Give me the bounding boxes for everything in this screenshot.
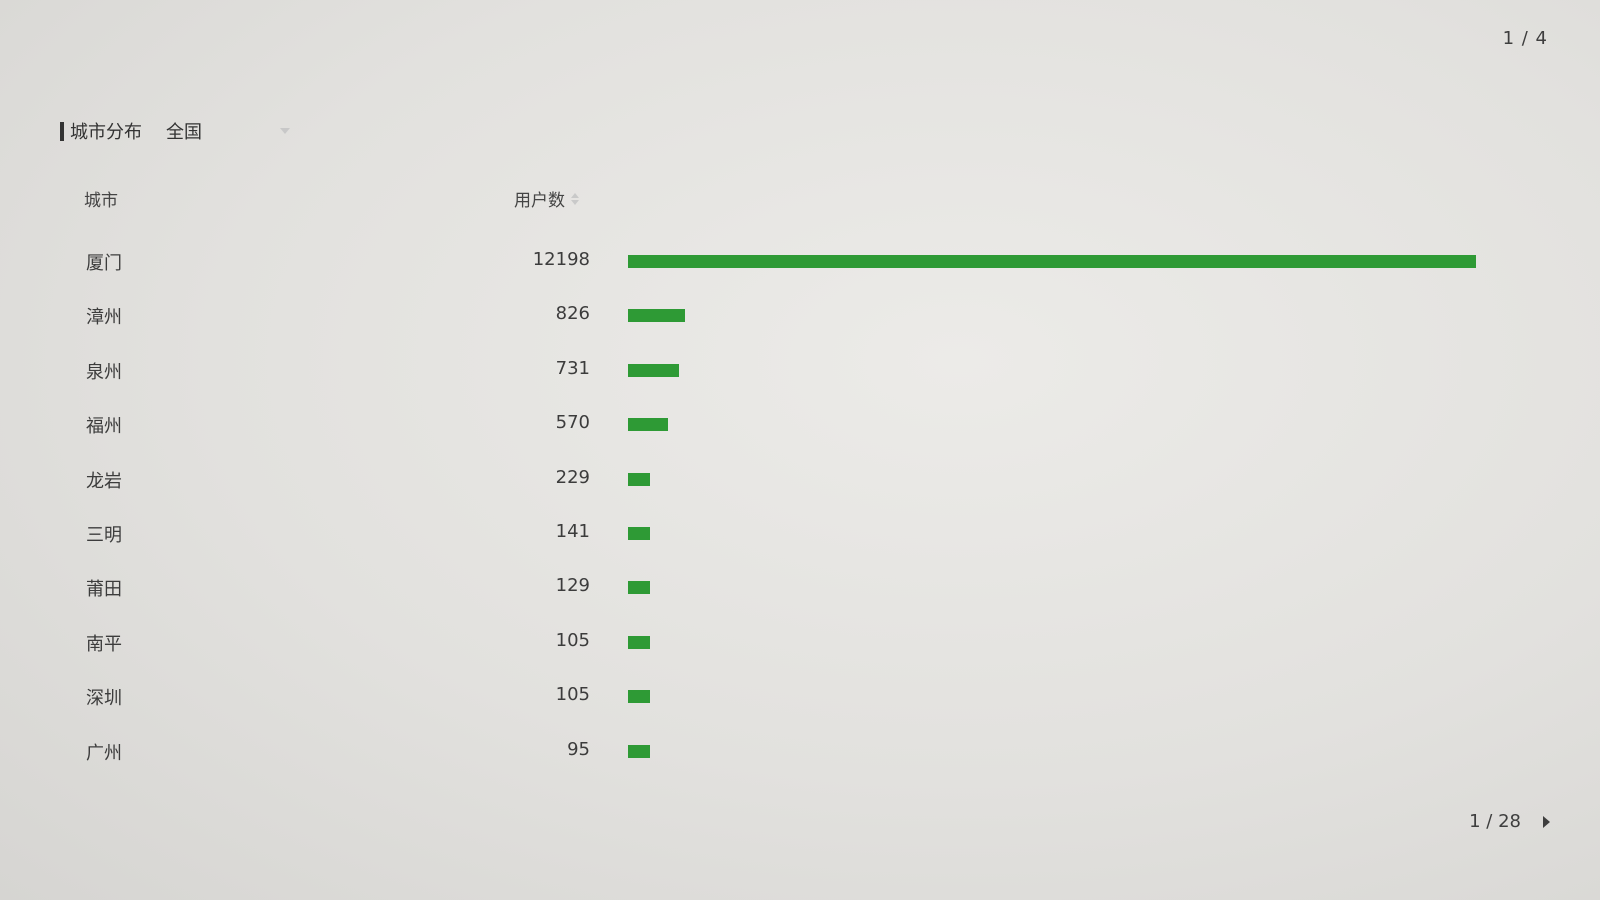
user-count: 95 xyxy=(567,738,590,760)
user-count: 141 xyxy=(555,521,590,542)
table-row: 广州 95 xyxy=(0,731,1600,771)
user-count-bar xyxy=(628,581,650,595)
table-row: 深圳 105 xyxy=(0,676,1600,716)
city-name: 深圳 xyxy=(86,688,122,710)
region-select-value: 全国 xyxy=(166,122,202,143)
column-header-city: 城市 xyxy=(84,191,118,211)
user-count-bar xyxy=(628,635,650,649)
city-name: 龙岩 xyxy=(86,470,122,492)
user-count: 731 xyxy=(555,357,590,379)
table-row: 泉州 731 xyxy=(0,350,1600,390)
user-count: 229 xyxy=(555,466,590,488)
region-select[interactable]: 全国 xyxy=(166,118,290,144)
table-row: 莆田 129 xyxy=(0,567,1600,607)
chevron-down-icon xyxy=(280,128,290,134)
user-count: 12198 xyxy=(532,249,590,270)
next-page-icon[interactable] xyxy=(1543,815,1550,828)
user-count-bar xyxy=(628,472,650,486)
city-name: 广州 xyxy=(86,742,122,764)
user-count-bar xyxy=(628,527,650,540)
city-name: 泉州 xyxy=(86,361,122,383)
user-count-bar xyxy=(628,418,668,432)
user-count: 826 xyxy=(555,303,590,325)
user-count-bar xyxy=(628,309,686,323)
table-row: 福州 570 xyxy=(0,404,1600,444)
table-row: 龙岩 229 xyxy=(0,459,1600,499)
table-row: 三明 141 xyxy=(0,513,1600,553)
city-name: 福州 xyxy=(86,416,122,438)
sort-icon[interactable] xyxy=(571,192,579,205)
city-name: 莆田 xyxy=(86,579,122,601)
user-count: 570 xyxy=(555,412,590,434)
column-header-users[interactable]: 用户数 xyxy=(514,186,579,211)
user-count: 105 xyxy=(555,629,590,651)
user-count: 105 xyxy=(555,684,590,706)
table-row: 漳州 826 xyxy=(0,295,1600,335)
city-name: 厦门 xyxy=(86,253,122,274)
section-marker xyxy=(60,121,64,141)
pagination-label: 1 / 28 xyxy=(1469,811,1521,832)
user-count: 129 xyxy=(555,575,590,597)
city-name: 南平 xyxy=(86,633,122,655)
user-count-bar xyxy=(628,744,650,758)
city-name: 三明 xyxy=(86,525,122,546)
city-name: 漳州 xyxy=(86,307,122,329)
user-count-bar xyxy=(628,363,679,377)
user-count-bar xyxy=(628,690,650,704)
section-header: 城市分布 全国 xyxy=(60,118,290,144)
section-title: 城市分布 xyxy=(70,122,142,143)
table-row: 厦门 12198 xyxy=(0,241,1600,281)
column-header-users-label: 用户数 xyxy=(514,191,565,211)
pagination: 1 / 28 xyxy=(1469,811,1550,832)
top-page-indicator: 1 / 4 xyxy=(1502,28,1548,49)
user-count-bar xyxy=(628,255,1476,268)
table-row: 南平 105 xyxy=(0,622,1600,662)
